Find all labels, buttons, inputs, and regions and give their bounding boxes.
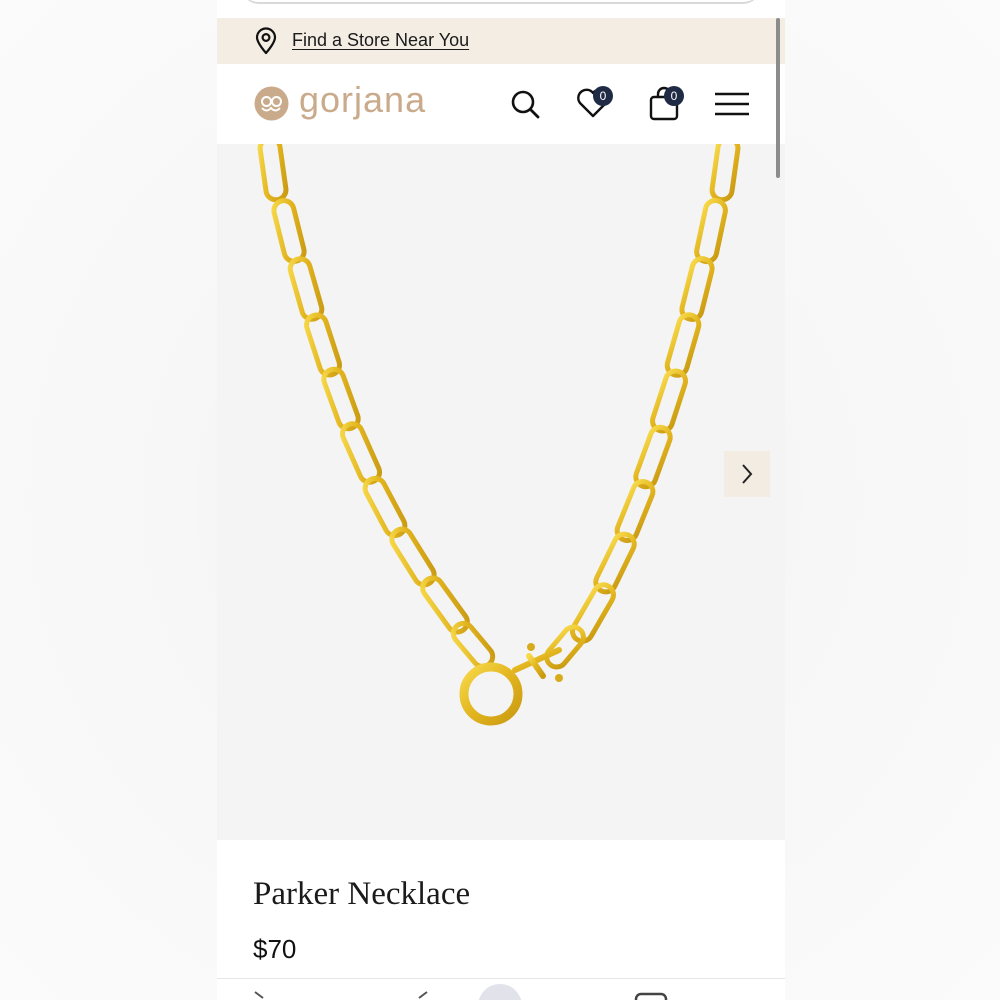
- gorjana-logo-mark[interactable]: [254, 86, 289, 121]
- store-locator-bar: Find a Store Near You: [217, 18, 785, 64]
- gallery-next-button[interactable]: [724, 451, 770, 497]
- site-header: gorjana 0 0: [217, 64, 785, 145]
- product-image-gallery[interactable]: [217, 135, 785, 840]
- brand-logo-text[interactable]: gorjana: [299, 79, 426, 121]
- cart-count-badge: 0: [664, 86, 684, 106]
- page-scrollbar[interactable]: [776, 18, 780, 178]
- wishlist-count-badge: 0: [593, 86, 613, 106]
- hamburger-menu-icon[interactable]: [714, 91, 750, 117]
- cut-off-toolbar-icons: [254, 984, 668, 1000]
- chevron-right-icon: [742, 464, 753, 484]
- necklace-product-image: [257, 135, 741, 726]
- find-store-link[interactable]: Find a Store Near You: [292, 30, 469, 51]
- product-price: $70: [253, 934, 297, 964]
- section-divider: [217, 978, 785, 979]
- browser-top-edge: [217, 0, 785, 18]
- map-pin-icon: [255, 27, 277, 55]
- search-icon[interactable]: [509, 88, 541, 120]
- product-title: Parker Necklace: [253, 876, 471, 912]
- mobile-page: Find a Store Near You gorjana 0 0 Parker…: [217, 0, 785, 1000]
